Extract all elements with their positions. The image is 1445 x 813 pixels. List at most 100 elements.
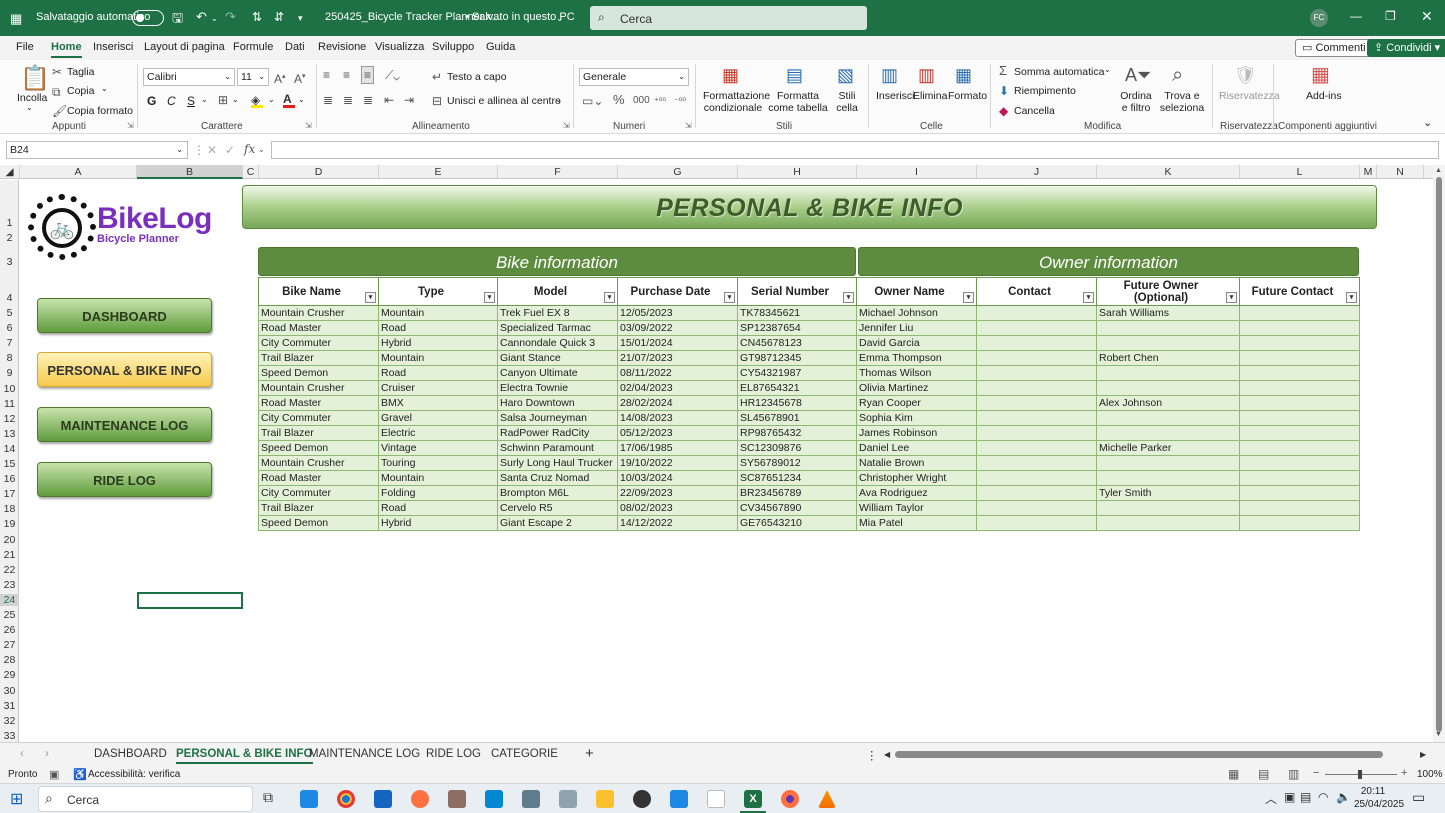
table-cell[interactable]: City Commuter bbox=[258, 485, 379, 501]
name-box[interactable]: B24 ⌄ bbox=[6, 141, 188, 159]
row-header[interactable]: 10 bbox=[0, 383, 19, 395]
table-cell[interactable]: Trail Blazer bbox=[258, 425, 379, 441]
format-as-table-icon[interactable]: ▤ bbox=[786, 65, 803, 85]
table-cell[interactable]: Surly Long Haul Trucker bbox=[497, 455, 618, 471]
table-cell[interactable] bbox=[1239, 365, 1360, 381]
table-cell[interactable]: Touring bbox=[378, 455, 498, 471]
filter-dropdown-icon[interactable]: ▾ bbox=[1226, 292, 1237, 303]
defender-icon[interactable] bbox=[670, 790, 688, 808]
table-cell[interactable] bbox=[1239, 470, 1360, 486]
vertical-scroll-thumb[interactable] bbox=[1436, 177, 1442, 732]
autosum-icon[interactable]: Σ bbox=[999, 64, 1007, 78]
tab-developer[interactable]: Sviluppo bbox=[432, 41, 474, 53]
collapse-ribbon-icon[interactable]: ⌄ bbox=[1423, 116, 1432, 129]
addins-icon[interactable]: ▦ bbox=[1311, 64, 1330, 86]
search-box[interactable]: ⌕ Cerca bbox=[590, 6, 867, 30]
selected-cell-b24[interactable] bbox=[137, 592, 243, 609]
table-cell[interactable]: David Garcia bbox=[856, 335, 977, 351]
table-cell[interactable]: 08/02/2023 bbox=[617, 500, 738, 516]
excel-app-icon[interactable]: X bbox=[744, 790, 762, 808]
taskbar-search[interactable]: ⌕ Cerca bbox=[38, 786, 253, 812]
tray-app-icon[interactable]: ▣ bbox=[1284, 790, 1295, 804]
conditional-formatting-button[interactable]: Formattazione condizionale bbox=[703, 90, 770, 114]
table-cell[interactable] bbox=[1239, 515, 1360, 531]
delete-cells-button[interactable]: Elimina bbox=[913, 90, 947, 102]
zoom-out-icon[interactable]: − bbox=[1313, 767, 1319, 779]
table-cell[interactable]: SP12387654 bbox=[737, 320, 857, 336]
table-cell[interactable]: GT98712345 bbox=[737, 350, 857, 366]
table-cell[interactable]: Mountain bbox=[378, 305, 498, 321]
table-cell[interactable]: Daniel Lee bbox=[856, 440, 977, 456]
accessibility-status[interactable]: Accessibilità: verifica bbox=[88, 769, 180, 780]
copy-button[interactable]: Copia bbox=[67, 85, 94, 97]
tab-insert[interactable]: Inserisci bbox=[93, 41, 133, 53]
format-as-table-button[interactable]: Formatta come tabella bbox=[766, 90, 830, 114]
table-cell[interactable]: Mia Patel bbox=[856, 515, 977, 531]
table-cell[interactable]: Ryan Cooper bbox=[856, 395, 977, 411]
tab-view[interactable]: Visualizza bbox=[375, 41, 424, 53]
row-header[interactable]: 4 bbox=[0, 292, 19, 304]
page-break-view-icon[interactable]: ▥ bbox=[1288, 767, 1299, 781]
percent-icon[interactable]: % bbox=[613, 93, 625, 107]
copy-icon[interactable]: ⧉ bbox=[52, 85, 61, 99]
accounting-format-icon[interactable]: ▭⌄ bbox=[582, 94, 603, 108]
row-header[interactable]: 12 bbox=[0, 413, 19, 425]
table-cell[interactable]: Thomas Wilson bbox=[856, 365, 977, 381]
align-right-icon[interactable]: ≣ bbox=[363, 93, 373, 107]
share-button[interactable]: ⇪ Condividi ▾ bbox=[1367, 39, 1445, 57]
table-cell[interactable]: Trail Blazer bbox=[258, 350, 379, 366]
column-header[interactable]: G bbox=[618, 165, 738, 179]
table-cell[interactable] bbox=[976, 440, 1097, 456]
sheet-tab-maintenance-log[interactable]: MAINTENANCE LOG bbox=[309, 748, 420, 760]
table-cell[interactable]: Sophia Kim bbox=[856, 410, 977, 426]
sort-ascending-icon[interactable]: ⇅ bbox=[252, 10, 262, 24]
table-cell[interactable]: Gravel bbox=[378, 410, 498, 426]
tray-chevron-icon[interactable]: ︿ bbox=[1265, 790, 1277, 807]
table-cell[interactable] bbox=[976, 410, 1097, 426]
calculator-icon[interactable] bbox=[522, 790, 540, 808]
tab-review[interactable]: Revisione bbox=[318, 41, 366, 53]
table-cell[interactable] bbox=[1239, 440, 1360, 456]
sheet-tab-personal-bike-info[interactable]: PERSONAL & BIKE INFO bbox=[176, 748, 313, 764]
borders-icon[interactable]: ⊞ bbox=[218, 93, 228, 107]
row-header[interactable]: 1 bbox=[0, 217, 19, 229]
table-cell[interactable] bbox=[1239, 455, 1360, 471]
scroll-left-icon[interactable]: ◀ bbox=[884, 750, 890, 759]
row-header[interactable]: 29 bbox=[0, 669, 19, 681]
table-cell[interactable]: City Commuter bbox=[258, 410, 379, 426]
merge-center-icon[interactable]: ⊟ bbox=[432, 94, 442, 108]
decrease-indent-icon[interactable]: ⇤ bbox=[384, 93, 394, 107]
table-cell[interactable]: 05/12/2023 bbox=[617, 425, 738, 441]
table-cell[interactable] bbox=[976, 305, 1097, 321]
row-header[interactable]: 8 bbox=[0, 352, 19, 364]
filter-dropdown-icon[interactable]: ▾ bbox=[963, 292, 974, 303]
scroll-right-icon[interactable]: ▶ bbox=[1420, 750, 1426, 759]
cut-icon[interactable]: ✂ bbox=[52, 65, 62, 79]
table-cell[interactable]: Canyon Ultimate bbox=[497, 365, 618, 381]
find-select-button[interactable]: Trova e seleziona bbox=[1158, 90, 1206, 114]
fill-color-dropdown-icon[interactable]: ⌄ bbox=[268, 95, 275, 104]
file-explorer-icon[interactable] bbox=[596, 790, 614, 808]
table-cell[interactable]: Speed Demon bbox=[258, 365, 379, 381]
tab-help[interactable]: Guida bbox=[486, 41, 515, 53]
table-cell[interactable] bbox=[1239, 350, 1360, 366]
table-cell[interactable]: Jennifer Liu bbox=[856, 320, 977, 336]
table-cell[interactable]: Mountain Crusher bbox=[258, 380, 379, 396]
autosum-dropdown-icon[interactable]: ⌄ bbox=[1104, 65, 1111, 74]
page-layout-view-icon[interactable]: ▤ bbox=[1258, 767, 1269, 781]
table-cell[interactable]: Salsa Journeyman bbox=[497, 410, 618, 426]
tab-home[interactable]: Home bbox=[51, 41, 82, 58]
table-cell[interactable]: Cannondale Quick 3 bbox=[497, 335, 618, 351]
table-cell[interactable]: Santa Cruz Nomad bbox=[497, 470, 618, 486]
row-header[interactable]: 9 bbox=[0, 367, 19, 379]
table-cell[interactable] bbox=[1239, 395, 1360, 411]
column-header[interactable]: K bbox=[1097, 165, 1240, 179]
filter-dropdown-icon[interactable]: ▾ bbox=[365, 292, 376, 303]
font-color-icon[interactable]: A bbox=[283, 92, 295, 108]
table-cell[interactable] bbox=[976, 455, 1097, 471]
minimize-icon[interactable]: — bbox=[1350, 9, 1362, 23]
orientation-icon[interactable]: ⟋⌄ bbox=[385, 68, 400, 82]
row-header[interactable]: 6 bbox=[0, 322, 19, 334]
clock-date[interactable]: 25/04/2025 bbox=[1354, 799, 1404, 810]
column-header[interactable]: L bbox=[1240, 165, 1360, 179]
